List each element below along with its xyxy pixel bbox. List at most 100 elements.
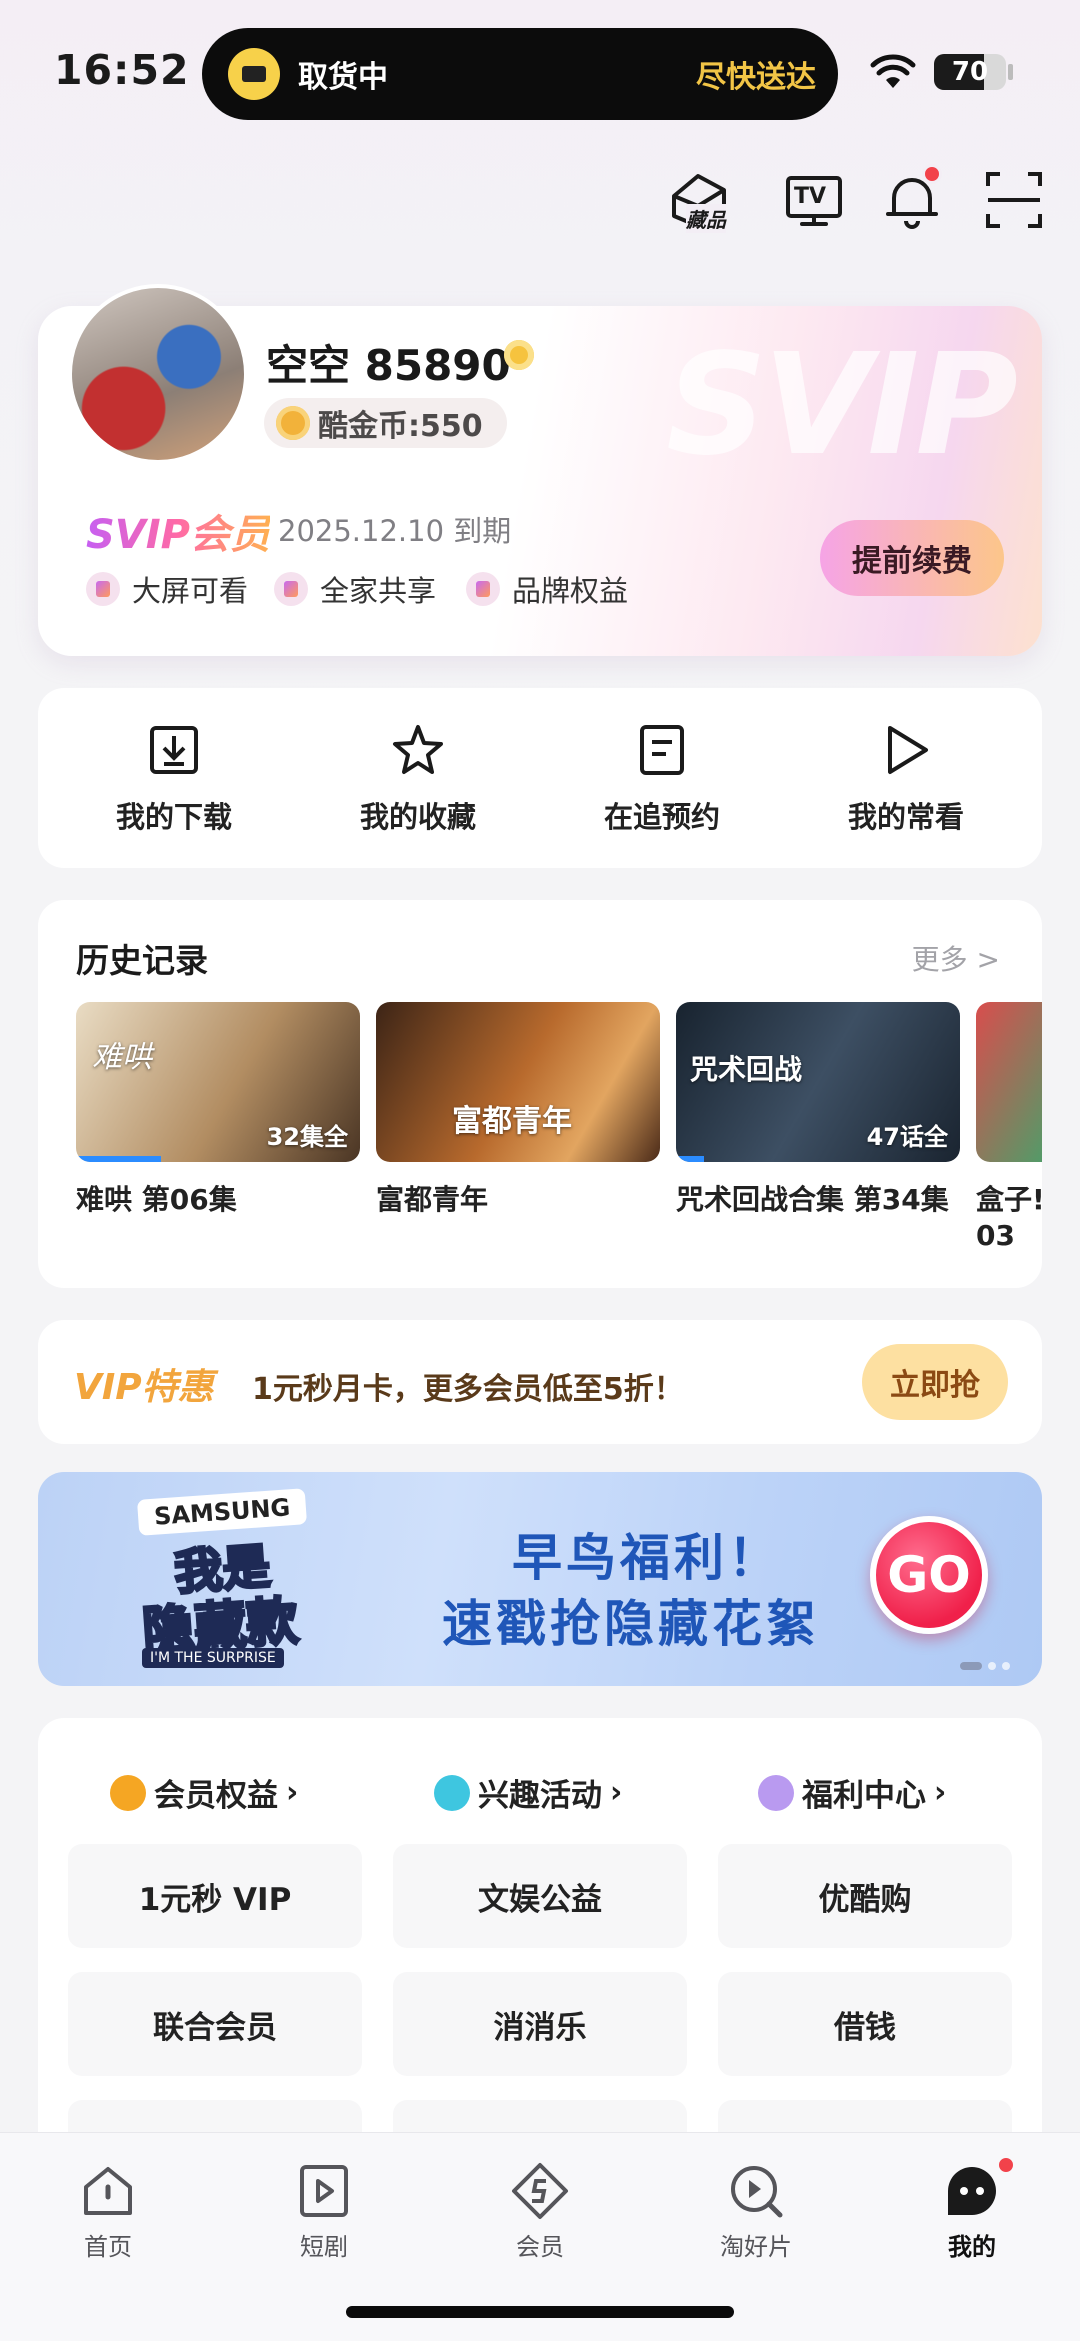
tab-label: 会员 <box>516 2233 564 2261</box>
renew-button[interactable]: 提前续费 <box>820 520 1004 596</box>
bell-icon[interactable] <box>880 164 944 232</box>
search-play-icon <box>731 2166 783 2218</box>
tab-label: 首页 <box>84 2233 132 2261</box>
delivery-scooter-icon <box>228 48 280 100</box>
avatar[interactable] <box>68 284 248 464</box>
status-time: 16:52 <box>54 46 190 94</box>
tab-home[interactable]: 首页 <box>28 2161 188 2262</box>
section-label: 兴趣活动 <box>478 1778 602 1814</box>
quick-action-frequent[interactable]: 我的常看 <box>806 722 1006 836</box>
note-icon <box>640 725 684 775</box>
banner-pagination <box>960 1662 1010 1670</box>
vip-promo-card[interactable]: VIP特惠 1元秒月卡，更多会员低至5折！ 立即抢 <box>38 1320 1042 1444</box>
benefit-brand[interactable]: 品牌权益 <box>466 568 628 610</box>
interest-activities-header[interactable]: 兴趣活动 › <box>434 1770 622 1815</box>
play-icon <box>888 726 928 774</box>
quick-action-label: 在追预约 <box>603 800 720 834</box>
collectibles-label: 藏品 <box>686 204 726 233</box>
star-icon <box>393 725 443 774</box>
benefit-label: 品牌权益 <box>512 574 629 608</box>
tab-short-drama[interactable]: 短剧 <box>244 2161 404 2262</box>
history-item-title[interactable]: 难哄 第06集 <box>76 1182 360 1218</box>
tab-vip[interactable]: 会员 <box>460 2161 620 2262</box>
gift-icon <box>758 1774 794 1811</box>
home-indicator[interactable] <box>346 2306 734 2318</box>
grab-now-button[interactable]: 立即抢 <box>862 1344 1008 1420</box>
pagination-dot-active <box>960 1662 982 1670</box>
history-thumbnail[interactable]: 咒术回战 47话全 <box>676 1002 960 1162</box>
history-more-link[interactable]: 更多 > <box>912 938 1000 978</box>
thumb-title: 咒术回战 <box>690 1053 803 1086</box>
profile-notification-dot <box>996 2155 1016 2175</box>
service-button[interactable]: 优酷购 <box>718 1844 1012 1948</box>
tab-label: 短剧 <box>300 2233 348 2261</box>
banner-subtitle: I'M THE SURPRISE <box>142 1648 284 1668</box>
battery-level: 70 <box>951 57 989 87</box>
brand-benefit-icon <box>466 572 500 606</box>
banner-headline-1: 早鸟福利！ <box>512 1529 782 1587</box>
banner-brand: SAMSUNG <box>136 1488 308 1536</box>
history-item-title[interactable]: 咒术回战合集 第34集 <box>676 1182 960 1218</box>
quick-action-favorites[interactable]: 我的收藏 <box>318 722 518 836</box>
tab-label: 我的 <box>948 2233 996 2261</box>
member-benefits-header[interactable]: 会员权益 › <box>110 1770 298 1815</box>
banner-headline-2: 速戳抢隐藏花絮 <box>442 1595 820 1653</box>
service-button[interactable]: 消消乐 <box>393 1972 687 2076</box>
svip-badge: SVIP会员 <box>86 502 270 560</box>
episode-badge: 32集全 <box>266 1123 348 1151</box>
coin-icon <box>276 406 310 440</box>
quick-action-label: 我的常看 <box>847 800 964 834</box>
home-icon <box>84 2167 132 2215</box>
star-badge-icon <box>434 1774 470 1811</box>
pagination-dot <box>1002 1662 1010 1670</box>
history-thumbnail[interactable] <box>976 1002 1042 1162</box>
live-activity-island[interactable]: 取货中 尽快送达 <box>202 28 838 120</box>
short-drama-icon <box>300 2165 348 2217</box>
battery-cap <box>1008 64 1013 80</box>
section-label: 会员权益 <box>154 1778 278 1814</box>
quick-action-download[interactable]: 我的下载 <box>74 722 274 836</box>
scan-icon[interactable] <box>982 168 1046 232</box>
history-item-title[interactable]: 富都青年 <box>376 1182 660 1218</box>
quick-action-following[interactable]: 在追预约 <box>562 722 762 836</box>
big-screen-icon <box>86 572 120 606</box>
profile-icon <box>948 2167 996 2215</box>
benefit-big-screen[interactable]: 大屏可看 <box>86 568 248 610</box>
service-button[interactable]: 1元秒 VIP <box>68 1844 362 1948</box>
quick-action-label: 我的下载 <box>115 800 232 834</box>
history-thumbnail[interactable]: 富都青年 <box>376 1002 660 1162</box>
tv-label: TV <box>794 184 827 209</box>
watch-progress-bar <box>76 1156 162 1162</box>
history-item-title[interactable]: 盒子! 第03 <box>976 1182 1042 1254</box>
pagination-dot <box>988 1662 996 1670</box>
chevron-right-icon: › <box>934 1775 947 1810</box>
chevron-right-icon: › <box>286 1775 299 1810</box>
section-label: 福利中心 <box>802 1778 926 1814</box>
family-share-icon <box>274 572 308 606</box>
promo-banner[interactable]: SAMSUNG 我是 隐藏款 I'M THE SURPRISE 早鸟福利！ 速戳… <box>38 1472 1042 1686</box>
wifi-icon <box>870 54 916 88</box>
banner-go-button[interactable]: GO <box>870 1516 988 1634</box>
tab-profile[interactable]: 我的 <box>892 2155 1052 2262</box>
heart-diamond-icon <box>110 1774 146 1811</box>
collectibles-icon[interactable]: 藏品 <box>668 168 732 233</box>
service-button[interactable]: 借钱 <box>718 1972 1012 2076</box>
tv-icon[interactable]: TV <box>782 168 846 232</box>
thumb-title: 难哄 <box>92 1040 152 1075</box>
chevron-right-icon: › <box>610 1775 623 1810</box>
medal-icon <box>504 340 534 370</box>
service-button[interactable]: 文娱公益 <box>393 1844 687 1948</box>
episode-badge: 47话全 <box>866 1123 948 1151</box>
quick-action-label: 我的收藏 <box>359 800 476 834</box>
tab-discover[interactable]: 淘好片 <box>676 2161 836 2262</box>
thumb-title: 富都青年 <box>452 1104 572 1139</box>
welfare-center-header[interactable]: 福利中心 › <box>758 1770 946 1815</box>
vip-diamond-icon <box>512 2163 568 2219</box>
vip-expire-date: 2025.12.10 到期 <box>278 514 512 548</box>
service-button[interactable]: 联合会员 <box>68 1972 362 2076</box>
history-thumbnail[interactable]: 难哄 32集全 <box>76 1002 360 1162</box>
vip-promo-text: 1元秒月卡，更多会员低至5折！ <box>252 1372 684 1407</box>
coin-balance[interactable]: 酷金币:550 <box>264 398 507 448</box>
username: 空空 85890 <box>266 341 511 390</box>
benefit-family-share[interactable]: 全家共享 <box>274 568 436 610</box>
